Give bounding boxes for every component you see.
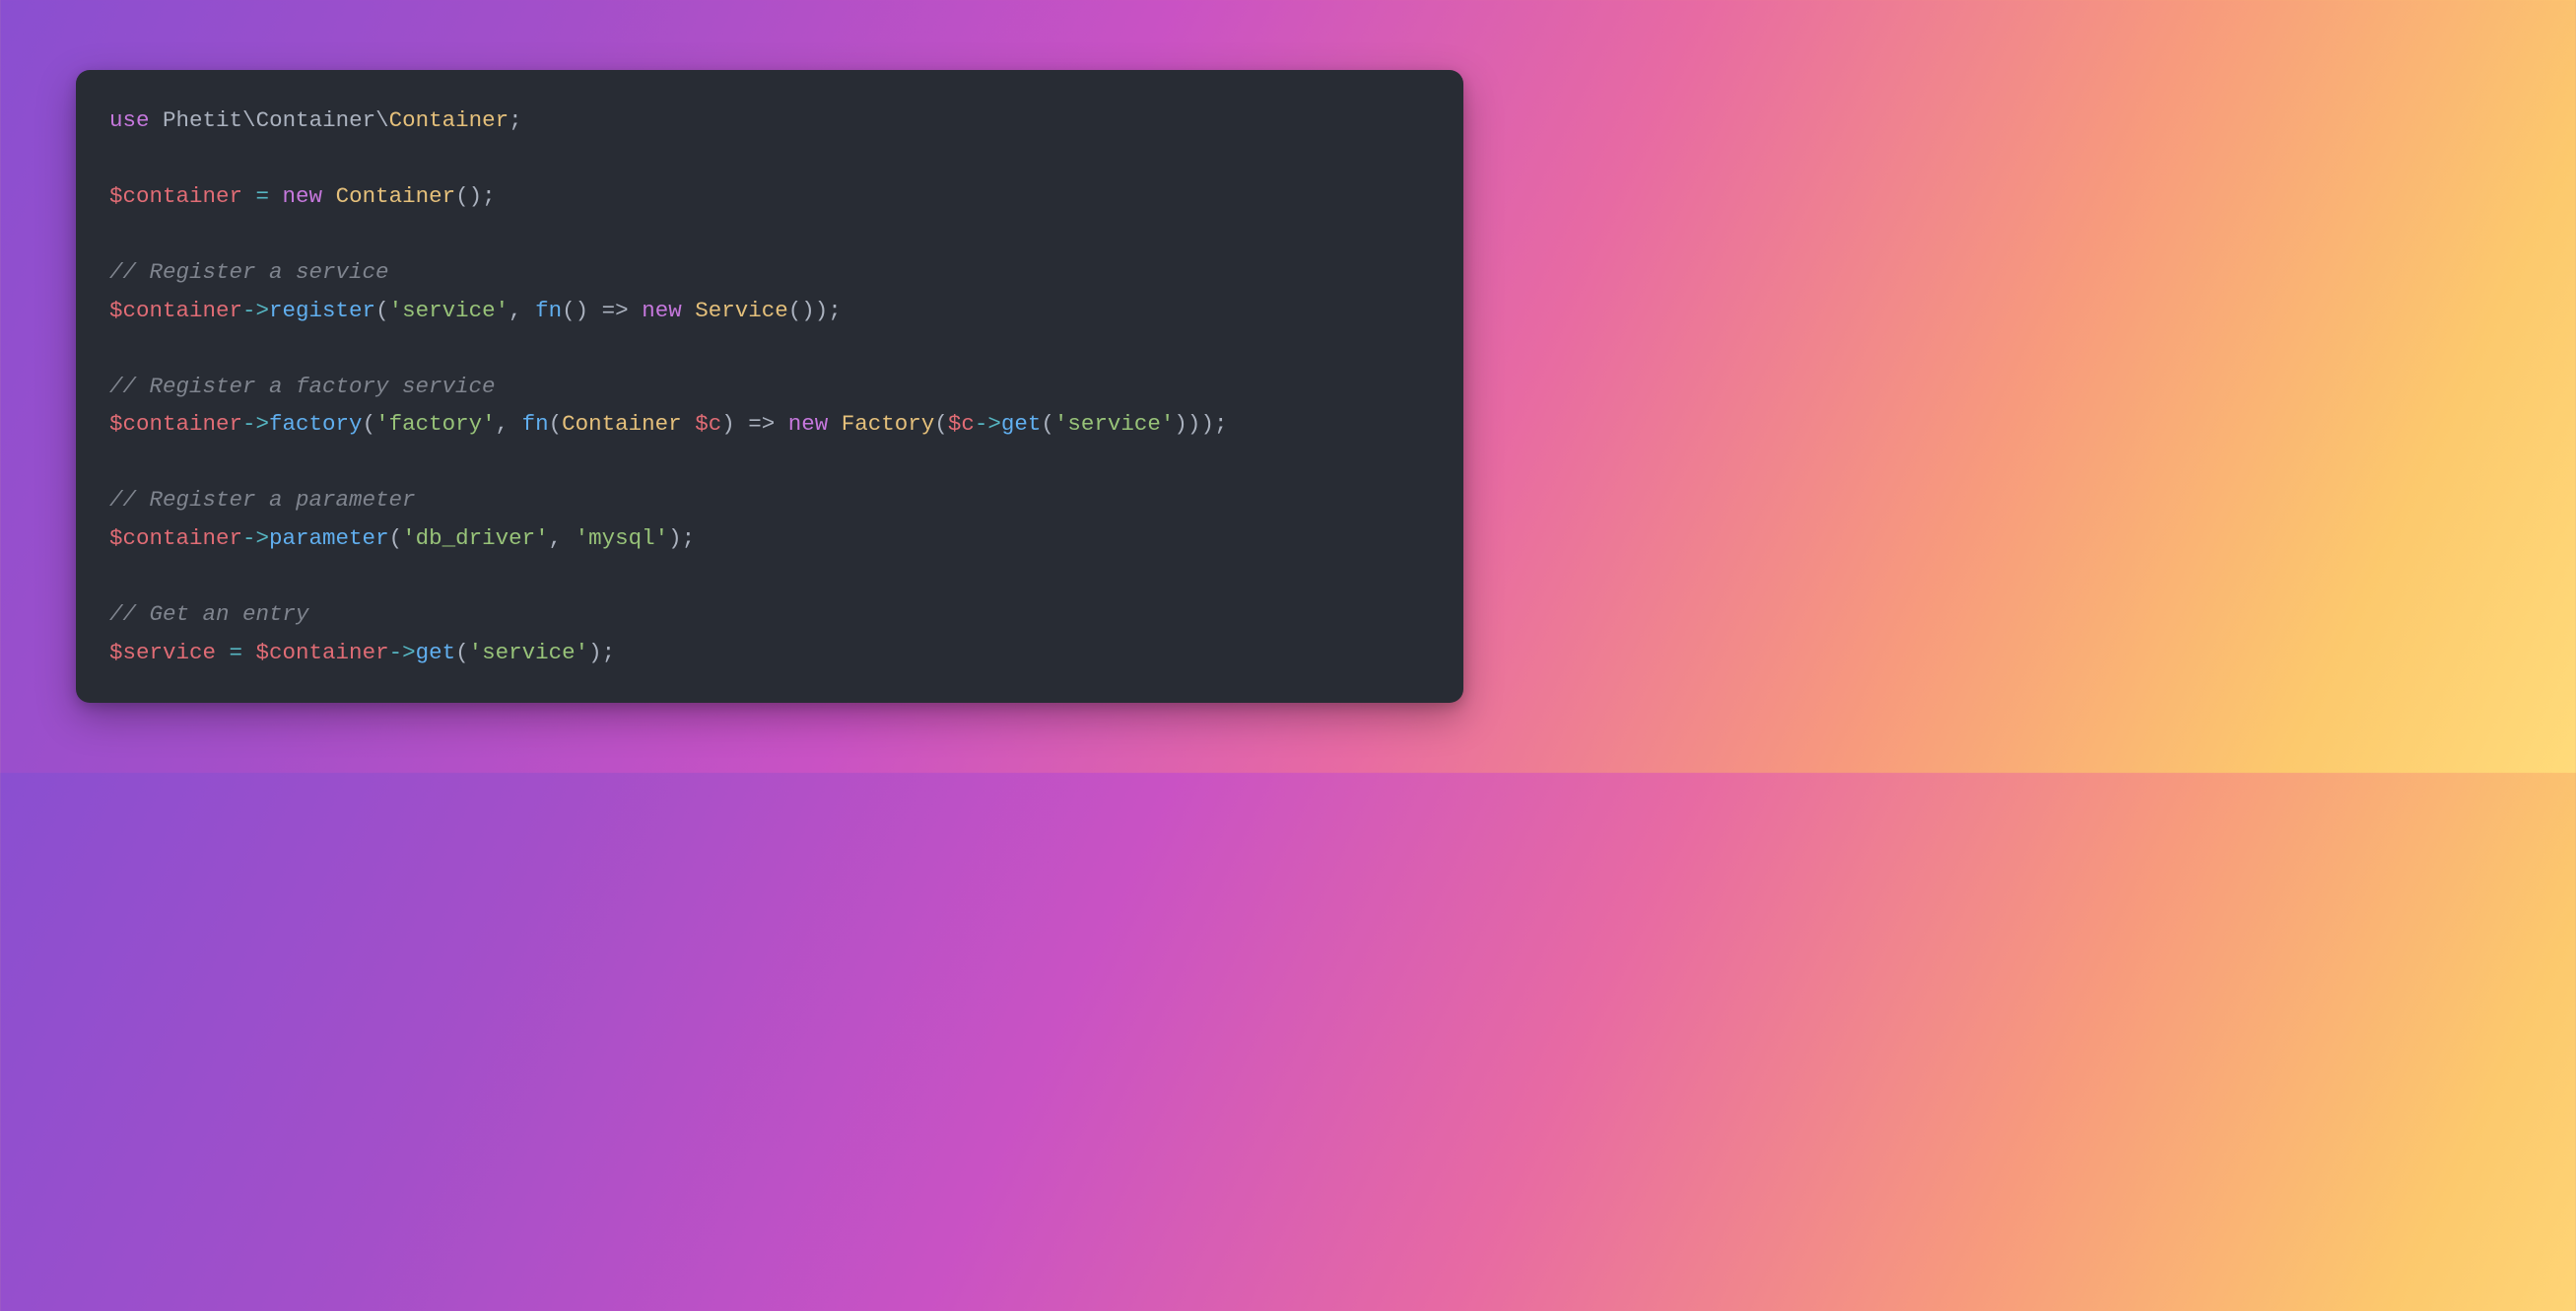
paren-open: ( <box>375 298 389 323</box>
namespace-seg: Container <box>256 107 376 133</box>
class-name: Container <box>389 107 509 133</box>
comma: , <box>549 525 576 551</box>
arrow-op: -> <box>242 525 269 551</box>
paren-close: ) <box>721 411 735 437</box>
paren-close: ) <box>815 298 829 323</box>
method-call: get <box>1001 411 1042 437</box>
ns-separator: \ <box>375 107 389 133</box>
keyword-new: new <box>283 183 323 209</box>
parens: () <box>562 298 588 323</box>
paren-close: ) <box>668 525 682 551</box>
semicolon: ; <box>828 298 842 323</box>
paren-close: ) <box>1187 411 1201 437</box>
method-call: factory <box>269 411 363 437</box>
operator-eq: = <box>242 183 283 209</box>
paren-open: ( <box>363 411 376 437</box>
paren-close: ) <box>1200 411 1214 437</box>
fn-keyword: fn <box>535 298 562 323</box>
keyword-new: new <box>788 411 829 437</box>
ns-separator: \ <box>242 107 256 133</box>
variable: $container <box>109 525 242 551</box>
paren-close: ) <box>1174 411 1187 437</box>
semicolon: ; <box>508 107 522 133</box>
semicolon: ; <box>482 183 496 209</box>
double-arrow: => <box>588 298 642 323</box>
param-var: $c <box>695 411 721 437</box>
comment: // Register a parameter <box>109 487 416 513</box>
string-lit: 'service' <box>1054 411 1175 437</box>
parens: () <box>788 298 815 323</box>
comment: // Register a service <box>109 259 389 285</box>
paren-open: ( <box>1041 411 1054 437</box>
arrow-op: -> <box>242 298 269 323</box>
string-lit: 'service' <box>469 640 589 665</box>
string-lit: 'db_driver' <box>402 525 549 551</box>
namespace-seg: Phetit <box>163 107 242 133</box>
semicolon: ; <box>602 640 616 665</box>
method-call: parameter <box>269 525 389 551</box>
double-arrow: => <box>735 411 788 437</box>
keyword-use: use <box>109 107 150 133</box>
arrow-op: -> <box>242 411 269 437</box>
keyword-new: new <box>642 298 682 323</box>
semicolon: ; <box>1214 411 1228 437</box>
variable: $c <box>948 411 975 437</box>
comment: // Get an entry <box>109 601 309 627</box>
paren-open: ( <box>549 411 563 437</box>
paren-open: ( <box>389 525 403 551</box>
method-call: register <box>269 298 375 323</box>
string-lit: 'factory' <box>375 411 496 437</box>
variable: $container <box>109 183 242 209</box>
method-call: get <box>416 640 456 665</box>
arrow-op: -> <box>975 411 1001 437</box>
paren-close: ) <box>588 640 602 665</box>
variable: $container <box>256 640 389 665</box>
semicolon: ; <box>682 525 696 551</box>
class-name: Service <box>695 298 788 323</box>
fn-keyword: fn <box>522 411 549 437</box>
comma: , <box>496 411 522 437</box>
param-type: Container <box>562 411 682 437</box>
arrow-op: -> <box>389 640 416 665</box>
variable: $container <box>109 298 242 323</box>
class-name: Container <box>336 183 456 209</box>
parens: () <box>455 183 482 209</box>
string-lit: 'mysql' <box>576 525 669 551</box>
paren-open: ( <box>934 411 948 437</box>
code-block: use Phetit\Container\Container; $contain… <box>109 102 1430 672</box>
variable: $container <box>109 411 242 437</box>
string-lit: 'service' <box>389 298 509 323</box>
comma: , <box>508 298 535 323</box>
paren-open: ( <box>455 640 469 665</box>
variable: $service <box>109 640 216 665</box>
class-name: Factory <box>842 411 935 437</box>
comment: // Register a factory service <box>109 374 496 399</box>
code-card: use Phetit\Container\Container; $contain… <box>76 70 1463 704</box>
operator-eq: = <box>216 640 256 665</box>
